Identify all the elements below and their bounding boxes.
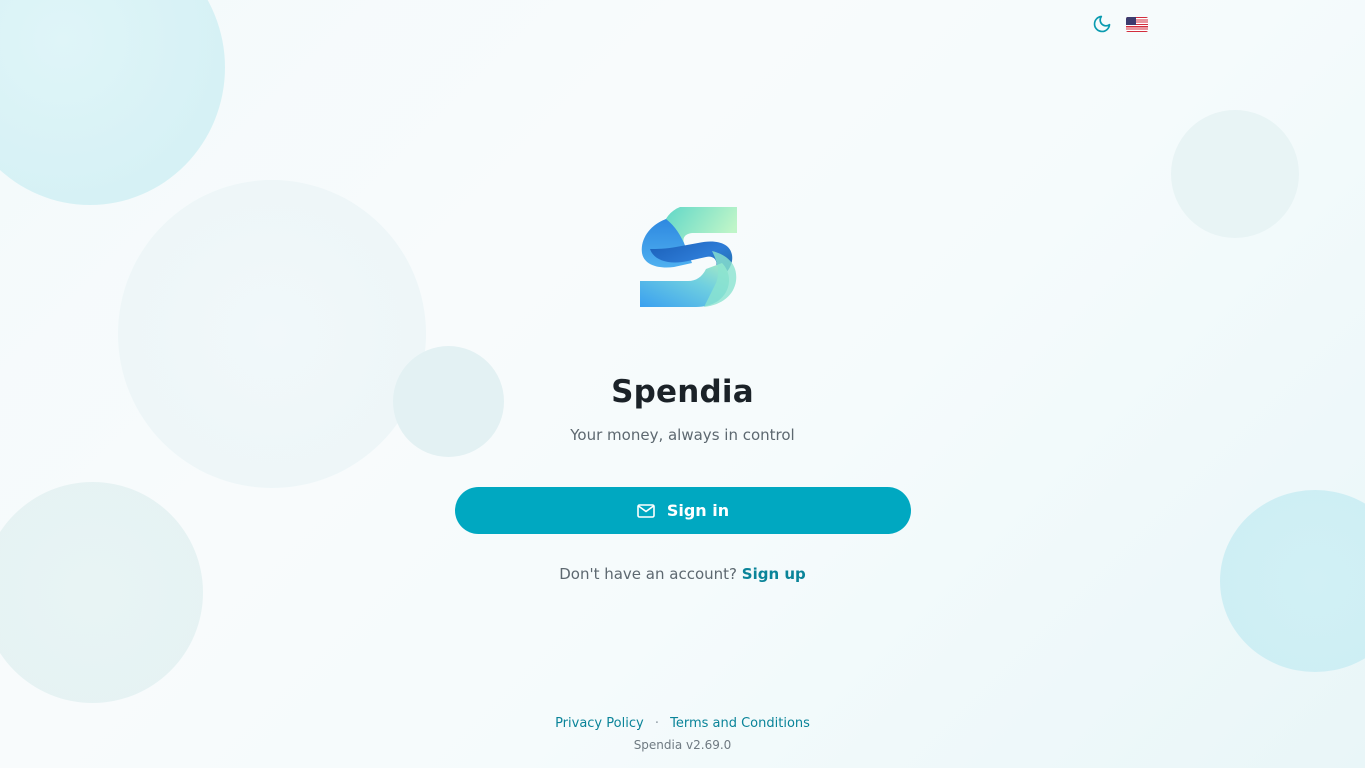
background-bubble bbox=[0, 482, 203, 703]
signup-prompt: Don't have an account? Sign up bbox=[0, 565, 1365, 583]
footer-links: Privacy Policy · Terms and Conditions bbox=[0, 716, 1365, 731]
sign-up-link[interactable]: Sign up bbox=[742, 565, 806, 583]
top-controls bbox=[1090, 12, 1148, 36]
spendia-logo bbox=[640, 207, 737, 307]
footer-separator: · bbox=[654, 716, 659, 731]
sign-in-button[interactable]: Sign in bbox=[455, 487, 911, 534]
app-tagline: Your money, always in control bbox=[570, 426, 795, 444]
mail-icon bbox=[637, 503, 655, 518]
moon-icon bbox=[1093, 15, 1111, 33]
terms-link[interactable]: Terms and Conditions bbox=[670, 716, 810, 731]
theme-toggle-button[interactable] bbox=[1090, 12, 1114, 36]
app-version: Spendia v2.69.0 bbox=[633, 738, 732, 752]
background-bubble bbox=[1171, 110, 1299, 238]
privacy-policy-link[interactable]: Privacy Policy bbox=[555, 716, 644, 731]
us-flag-icon[interactable] bbox=[1126, 16, 1148, 32]
no-account-text: Don't have an account? bbox=[559, 565, 737, 583]
background-bubble bbox=[0, 0, 225, 205]
app-title: Spendia bbox=[611, 374, 754, 410]
sign-in-label: Sign in bbox=[666, 501, 730, 520]
